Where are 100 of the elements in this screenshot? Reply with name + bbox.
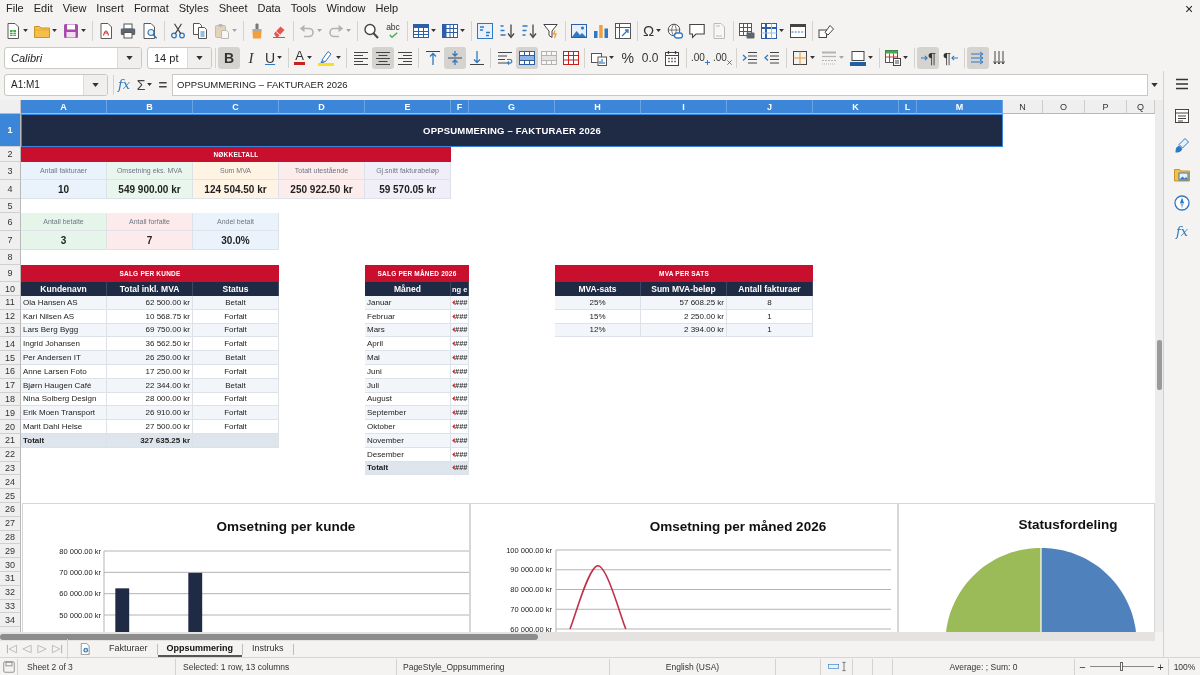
menu-item[interactable]: Data xyxy=(252,0,286,17)
row-header[interactable]: 5 xyxy=(0,199,21,213)
menu-item[interactable]: Sheet xyxy=(213,0,253,17)
menu-item[interactable]: Tools xyxy=(285,0,322,17)
italic-button[interactable]: I xyxy=(240,46,262,69)
row-header[interactable]: 8 xyxy=(0,250,21,265)
function-wizard-button[interactable]: fx xyxy=(114,73,134,96)
row-header[interactable]: 29 xyxy=(0,544,21,559)
column-header[interactable]: B xyxy=(107,100,193,114)
rectangle-icon xyxy=(827,663,839,670)
row-header[interactable]: 11 xyxy=(0,296,21,310)
column-header[interactable]: C xyxy=(193,100,279,114)
align-middle-button[interactable] xyxy=(443,46,466,69)
table-cell: Ingrid Johansen xyxy=(21,337,107,352)
text-horizontal-button[interactable] xyxy=(967,46,990,69)
column-header[interactable]: I xyxy=(641,100,727,114)
row-header[interactable]: 7 xyxy=(0,231,21,250)
column-header[interactable]: O xyxy=(1043,100,1085,114)
menu-item[interactable]: Help xyxy=(370,0,404,17)
row-header[interactable]: 10 xyxy=(0,282,21,296)
curved-arrow-icon xyxy=(299,22,315,39)
menu-item[interactable]: Insert xyxy=(91,0,129,17)
align-center-button[interactable] xyxy=(371,46,394,69)
row-header[interactable]: 20 xyxy=(0,420,21,434)
scrollbar-thumb[interactable] xyxy=(1157,340,1162,390)
row-header[interactable]: 1 xyxy=(0,114,21,147)
caret-icon xyxy=(196,55,203,60)
row-header[interactable]: 34 xyxy=(0,613,21,628)
left-to-right-button[interactable]: ¶ xyxy=(917,46,940,69)
menu-item[interactable]: Edit xyxy=(28,0,58,17)
dropdown-button[interactable] xyxy=(187,47,211,68)
column-header[interactable]: F xyxy=(451,100,469,114)
row-header[interactable]: 4 xyxy=(0,180,21,199)
slider-thumb[interactable] xyxy=(1119,662,1123,671)
merge-center-button[interactable] xyxy=(515,46,538,69)
horizontal-scrollbar[interactable] xyxy=(0,632,1155,641)
caret-icon xyxy=(868,56,874,59)
menu-item[interactable]: Format xyxy=(128,0,174,17)
align-middle-icon xyxy=(446,49,463,66)
row-header[interactable]: 25 xyxy=(0,489,21,503)
functions-deck-button[interactable]: fx xyxy=(1169,219,1195,245)
menu-item[interactable]: File xyxy=(1,0,29,17)
language[interactable]: English (USA) xyxy=(665,661,720,672)
column-header[interactable]: M xyxy=(917,100,1003,114)
column-header[interactable]: E xyxy=(365,100,451,114)
row-header[interactable]: 3 xyxy=(0,162,21,180)
arrow-icon xyxy=(951,54,958,61)
globe-link-icon xyxy=(667,22,684,39)
sheet-tab[interactable]: Fakturaer xyxy=(100,641,157,657)
row-header[interactable]: 30 xyxy=(0,558,21,572)
bold-button[interactable]: B xyxy=(218,46,240,69)
decimal-button[interactable]: 0.0 xyxy=(638,46,662,69)
dropdown-button[interactable] xyxy=(117,47,141,68)
right-to-left-button[interactable]: ¶ xyxy=(939,46,962,69)
sheet-tab[interactable]: Oppsummering xyxy=(157,641,243,657)
row-header[interactable]: 14 xyxy=(0,337,21,352)
column-header[interactable]: N xyxy=(1003,100,1043,114)
zoom-out-button[interactable]: − xyxy=(1077,659,1088,674)
formula-input[interactable]: OPPSUMMERING – FAKTURAER 2026 xyxy=(172,73,1148,96)
name-box[interactable]: A1:M1 xyxy=(4,73,108,96)
status-value: 30.0% xyxy=(220,234,251,248)
column-header[interactable]: G xyxy=(469,100,555,114)
column-header[interactable]: A xyxy=(21,100,107,114)
row-header[interactable]: 9 xyxy=(0,265,21,282)
font-color-button[interactable]: A xyxy=(291,46,315,69)
font-size-field[interactable]: 14 pt xyxy=(147,46,212,69)
row-header[interactable]: 2 xyxy=(0,147,21,162)
column-header[interactable]: P xyxy=(1085,100,1127,114)
menu-item[interactable]: Styles xyxy=(173,0,214,17)
font-name-field[interactable]: Calibri xyxy=(4,46,142,69)
column-header[interactable]: H xyxy=(555,100,641,114)
spelling-button[interactable]: abc xyxy=(382,19,404,42)
vertical-scrollbar[interactable] xyxy=(1155,100,1163,632)
column-header[interactable]: L xyxy=(899,100,917,114)
menu-item[interactable]: View xyxy=(57,0,92,17)
menu-item[interactable]: Window xyxy=(321,0,371,17)
special-character-button[interactable]: Ω xyxy=(640,19,665,42)
delete-decimal-button[interactable]: .00 xyxy=(711,46,734,69)
column-header[interactable]: J xyxy=(727,100,813,114)
column-header[interactable]: Q xyxy=(1127,100,1155,114)
row-header[interactable]: 19 xyxy=(0,406,21,421)
row-header[interactable]: 15 xyxy=(0,351,21,365)
close-button[interactable]: × xyxy=(1182,0,1196,17)
zoom-in-button[interactable]: + xyxy=(1155,659,1166,674)
dropdown-button[interactable] xyxy=(83,74,107,95)
caret-icon xyxy=(306,56,312,59)
sum-button[interactable]: Σ xyxy=(134,73,154,96)
column-header[interactable]: K xyxy=(813,100,899,114)
kpi-value: 250 922.50 kr xyxy=(289,183,354,197)
percent-button[interactable]: % xyxy=(616,46,639,69)
add-decimal-button[interactable]: .00 xyxy=(689,46,712,69)
row-header[interactable]: 6 xyxy=(0,213,21,231)
row-header[interactable]: 24 xyxy=(0,475,21,490)
scrollbar-thumb[interactable] xyxy=(0,633,538,640)
table-cell: Betalt xyxy=(193,296,279,310)
formula-button[interactable]: = xyxy=(154,73,172,96)
column-header[interactable]: D xyxy=(279,100,365,114)
underline-button[interactable]: U xyxy=(262,46,286,69)
sheet-tab[interactable]: Instruks xyxy=(243,641,293,657)
zoom-percent[interactable]: 100% xyxy=(1173,661,1196,672)
